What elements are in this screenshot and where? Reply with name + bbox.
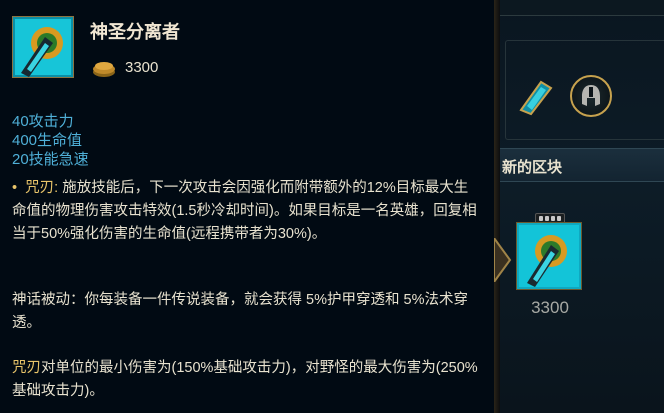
note-keyword: 咒刃 [12,360,41,376]
tooltip-border-rail [494,0,500,413]
shop-item-price: 3300 [531,298,569,317]
stat-health: 400生命值 [12,132,83,149]
item-icon [12,16,74,78]
stat-list: 40攻击力 400生命值 20技能急速 [12,112,89,169]
stat-attack-damage: 40攻击力 [12,113,74,130]
passive-text: 施放技能后，下一次攻击会因强化而附带额外的12%目标最大生命值的物理伤害攻击特效… [12,180,477,242]
item-slot-small[interactable] [515,78,555,116]
shop-section-header: 新的区块 [490,148,664,182]
item-price: 3300 [125,59,159,76]
shop-top-bar [500,0,664,16]
tooltip-pointer-arrow [494,238,512,282]
passive-description: • 咒刃: 施放技能后，下一次攻击会因强化而附带额外的12%目标最大生命值的物理… [12,177,482,246]
passive-name: 咒刃: [25,180,59,196]
note-text: 对单位的最小伤害为(150%基础攻击力)，对野怪的最大伤害为(250%基础攻击力… [12,360,478,399]
shop-item-divine-sunderer[interactable] [516,222,582,290]
passive-bullet: • [12,180,18,196]
stat-ability-haste: 20技能急速 [12,151,89,168]
mythic-passive-description: 神话被动：你每装备一件传说装备，就会获得 5%护甲穿透和 5%法术穿透。 [12,292,468,331]
gold-coin-icon [93,62,115,77]
item-name: 神圣分离者 [90,22,180,43]
damage-note: 咒刃对单位的最小伤害为(150%基础攻击力)，对野怪的最大伤害为(250%基础攻… [12,357,482,403]
helmet-icon[interactable] [570,75,612,117]
